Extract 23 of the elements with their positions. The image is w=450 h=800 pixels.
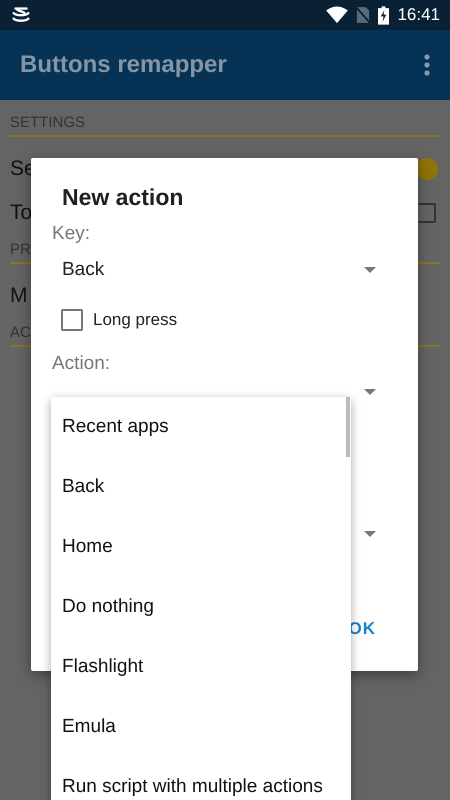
menu-item[interactable]: Recent apps (51, 397, 351, 457)
dropdown-arrow-icon[interactable] (364, 389, 376, 395)
field-label: Action: (52, 353, 112, 375)
menu-item[interactable]: Do nothing (51, 577, 351, 637)
dialog-title: New action (61, 184, 184, 211)
wifi-icon (326, 6, 348, 24)
menu-item[interactable]: Emula (51, 697, 351, 757)
checkbox[interactable] (61, 309, 83, 331)
dropdown-arrow-icon[interactable] (364, 531, 376, 537)
no-sim-icon (356, 6, 370, 24)
scrollbar (346, 397, 350, 457)
dropdown-arrow-icon (364, 267, 376, 273)
app-title: Buttons remapper (20, 51, 227, 79)
clock-time: 16:41 (397, 5, 440, 25)
menu-item[interactable]: Flashlight (51, 637, 351, 697)
menu-item[interactable]: Home (51, 517, 351, 577)
overflow-menu-icon[interactable] (424, 54, 430, 76)
setting-label: To (10, 201, 32, 225)
menu-item[interactable]: Back (51, 457, 351, 517)
battery-charging-icon (378, 6, 390, 24)
menu-item[interactable]: Run script with multiple actions (51, 757, 351, 800)
switch-thumb[interactable] (416, 158, 438, 180)
setting-label: M (10, 284, 28, 308)
